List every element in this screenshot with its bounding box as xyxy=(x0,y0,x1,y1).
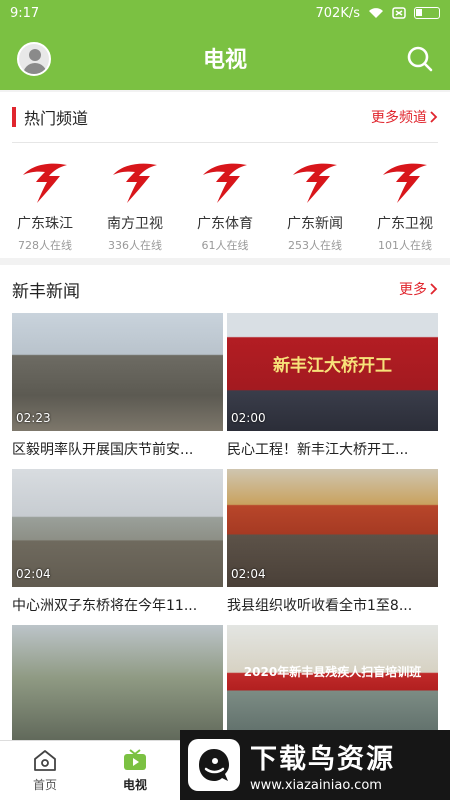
more-channels-link[interactable]: 更多频道 xyxy=(371,107,438,127)
news-section-title: 新丰新闻 xyxy=(12,281,80,302)
video-thumbnail xyxy=(12,625,223,740)
status-network-speed: 702K/s xyxy=(315,5,361,21)
video-duration: 02:23 xyxy=(16,411,51,425)
video-thumbnail: 新丰江大桥开工 02:00 xyxy=(227,313,438,431)
home-icon xyxy=(34,750,56,771)
news-card[interactable]: 02:23 区毅明率队开展国庆节前安... xyxy=(12,313,223,459)
gdtv-logo-icon xyxy=(23,163,67,203)
local-news-section: 新丰新闻 更多 02:23 区毅明率队开展国庆节前安... 新丰江大桥开工 02… xyxy=(0,265,450,740)
status-time: 9:17 xyxy=(10,5,40,21)
nav-home-label: 首页 xyxy=(32,778,57,792)
page-title: 电视 xyxy=(202,48,247,73)
news-card[interactable]: 新丰江大桥开工 02:00 民心工程！新丰江大桥开工... xyxy=(227,313,438,459)
video-duration: 02:04 xyxy=(16,567,51,581)
channel-item[interactable]: 广东体育 61人在线 xyxy=(182,161,268,253)
watermark-banner: 下载鸟资源 www.xiazainiao.com xyxy=(180,730,450,800)
wifi-icon xyxy=(369,8,383,18)
sim-icon xyxy=(392,7,406,19)
thumbnail-caption: 新丰江大桥开工 xyxy=(273,356,392,376)
news-title: 区毅明率队开展国庆节前安... xyxy=(12,442,194,458)
tv-icon xyxy=(124,749,146,770)
search-icon[interactable] xyxy=(406,45,434,73)
video-duration: 02:04 xyxy=(231,567,266,581)
video-thumbnail: 02:23 xyxy=(12,313,223,431)
gdtv-logo-icon xyxy=(113,163,157,203)
channel-item[interactable]: 南方卫视 336人在线 xyxy=(92,161,178,253)
video-thumbnail: 02:04 xyxy=(227,469,438,587)
video-thumbnail: 2020年新丰县残疾人扫盲培训班 xyxy=(227,625,438,740)
nav-tv-label: 电视 xyxy=(122,778,147,792)
channel-name: 广东新闻 xyxy=(287,216,343,232)
channel-name: 广东体育 xyxy=(197,216,253,232)
more-news-link[interactable]: 更多 xyxy=(399,279,438,299)
channel-name: 广东卫视 xyxy=(377,216,433,232)
channel-viewers: 728人在线 xyxy=(18,239,72,252)
section-marker xyxy=(12,107,16,127)
news-title: 中心洲双子东桥将在今年11... xyxy=(12,598,198,614)
news-card[interactable]: 2020年新丰县残疾人扫盲培训班 xyxy=(227,625,438,740)
video-thumbnail: 02:04 xyxy=(12,469,223,587)
video-duration: 02:00 xyxy=(231,411,266,425)
news-card[interactable] xyxy=(12,625,223,740)
channel-viewers: 61人在线 xyxy=(201,239,249,252)
news-title: 民心工程！新丰江大桥开工... xyxy=(227,442,409,458)
channel-item[interactable]: 广东珠江 728人在线 xyxy=(2,161,88,253)
news-card[interactable]: 02:04 我县组织收听收看全市1至8... xyxy=(227,469,438,615)
nav-home[interactable]: 首页 xyxy=(0,741,90,800)
news-title: 我县组织收听收看全市1至8... xyxy=(227,598,413,614)
thumbnail-caption: 2020年新丰县残疾人扫盲培训班 xyxy=(243,665,422,679)
app-header: 电视 xyxy=(0,26,450,90)
watermark-url: www.xiazainiao.com xyxy=(250,778,382,793)
chevron-right-icon xyxy=(430,283,438,295)
gdtv-logo-icon xyxy=(383,163,427,203)
battery-icon xyxy=(414,7,440,19)
nav-tv[interactable]: 电视 xyxy=(90,741,180,800)
hot-channels-title: 热门频道 xyxy=(24,109,89,128)
avatar[interactable] xyxy=(17,42,51,76)
more-news-label: 更多 xyxy=(399,282,427,298)
gdtv-logo-icon xyxy=(293,163,337,203)
hot-channels-section: 热门频道 更多频道 广东珠江 728人在线 南方卫视 336人在线 广东体育 6… xyxy=(0,92,450,258)
channel-name: 广东珠江 xyxy=(17,216,73,232)
news-card[interactable]: 02:04 中心洲双子东桥将在今年11... xyxy=(12,469,223,615)
channel-item[interactable]: 广东卫视 101人在线 xyxy=(362,161,448,253)
channel-item[interactable]: 广东新闻 253人在线 xyxy=(272,161,358,253)
more-channels-label: 更多频道 xyxy=(371,110,427,126)
watermark-name: 下载鸟资源 xyxy=(250,744,395,775)
channel-viewers: 253人在线 xyxy=(288,239,342,252)
channel-name: 南方卫视 xyxy=(107,216,163,232)
chevron-right-icon xyxy=(430,111,438,123)
gdtv-logo-icon xyxy=(203,163,247,203)
channel-viewers: 336人在线 xyxy=(108,239,162,252)
bird-logo-icon xyxy=(188,739,240,791)
status-bar: 9:17 702K/s xyxy=(0,0,450,26)
channel-viewers: 101人在线 xyxy=(378,239,432,252)
